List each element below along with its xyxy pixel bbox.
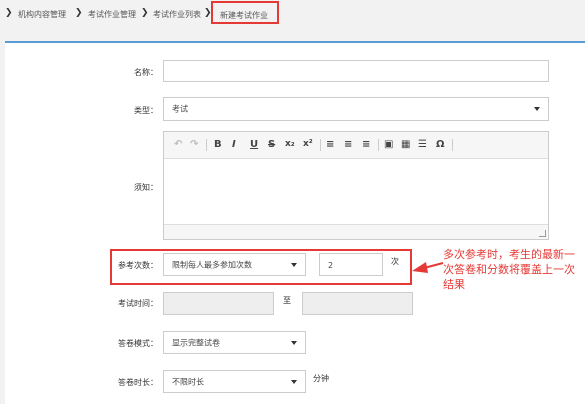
answer-mode-label: 答卷模式： (118, 339, 158, 348)
answer-mode-select[interactable]: 显示完整试卷 (163, 331, 306, 354)
exam-start-input[interactable] (163, 292, 274, 315)
answer-mode-value: 显示完整试卷 (172, 338, 220, 347)
duration-unit: 分钟 (313, 374, 329, 383)
exam-end-input[interactable] (302, 292, 413, 315)
chevron-down-icon (291, 379, 297, 384)
exam-time-label: 考试时间： (118, 299, 158, 308)
chevron-down-icon (291, 340, 297, 345)
exam-time-to: 至 (283, 296, 291, 305)
duration-value: 不限时长 (172, 377, 204, 386)
annotation-text: 多次参考时，考生的最新一次答卷和分数将覆盖上一次结果 (443, 248, 575, 291)
duration-label: 答卷时长： (118, 378, 158, 387)
duration-select[interactable]: 不限时长 (163, 370, 306, 393)
